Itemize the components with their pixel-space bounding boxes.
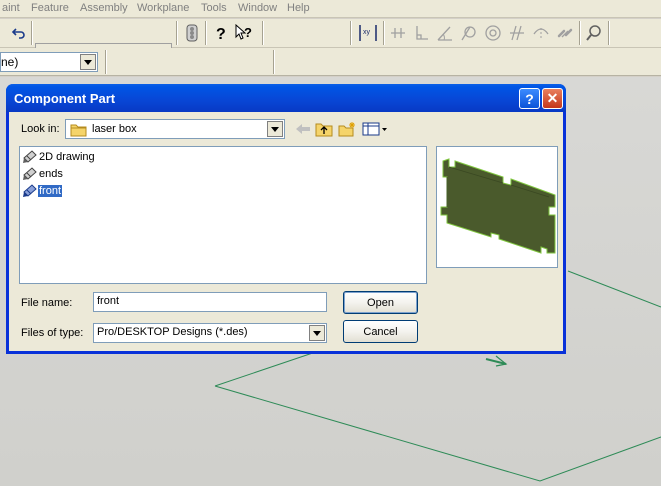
toolbar-separator: [262, 21, 264, 45]
angle-constraint-icon[interactable]: [434, 22, 456, 44]
xyz-constraint-icon[interactable]: xy: [357, 22, 379, 44]
toolbar-separator: [383, 21, 385, 45]
menu-paint[interactable]: aint: [2, 2, 20, 14]
design-file-icon: [23, 150, 37, 163]
link-constraint-icon[interactable]: [554, 22, 576, 44]
concentric-constraint-icon[interactable]: [482, 22, 504, 44]
toolbar-separator: [205, 21, 207, 45]
symmetric-constraint-icon[interactable]: [530, 22, 552, 44]
secondary-toolbar: ne): [0, 48, 661, 76]
chevron-down-icon[interactable]: [267, 121, 283, 137]
dialog-title: Component Part: [14, 91, 116, 106]
main-toolbar: New Design ? ? xy: [0, 19, 661, 63]
file-item-ends[interactable]: ends: [22, 166, 64, 182]
open-button[interactable]: Open: [343, 291, 418, 314]
zoom-icon[interactable]: [583, 22, 605, 44]
mode-combo[interactable]: ne): [0, 52, 98, 72]
file-item-2d-drawing[interactable]: 2D drawing: [22, 149, 96, 165]
design-file-icon: [23, 167, 37, 180]
toolbar-separator: [273, 50, 275, 74]
menu-bar: aint Feature Assembly Workplane Tools Wi…: [0, 0, 661, 18]
file-name-text: front: [38, 185, 63, 197]
perpendicular-constraint-icon[interactable]: [410, 22, 432, 44]
chevron-down-icon[interactable]: [80, 54, 96, 70]
files-of-type-select[interactable]: Pro/DESKTOP Designs (*.des): [93, 323, 327, 343]
svg-text:?: ?: [244, 25, 252, 40]
toolbar-separator: [350, 21, 352, 45]
undo-icon[interactable]: [8, 22, 30, 44]
dialog-title-bar[interactable]: Component Part ? ✕: [6, 84, 566, 112]
svg-text:xy: xy: [363, 29, 371, 36]
file-name-text: ends: [39, 168, 63, 180]
tangent-constraint-icon[interactable]: [458, 22, 480, 44]
part-preview: [436, 146, 558, 268]
files-of-type-value: Pro/DESKTOP Designs (*.des): [97, 326, 248, 338]
toolbar-separator: [31, 21, 33, 45]
back-arrow-icon[interactable]: [292, 118, 314, 140]
svg-text:?: ?: [216, 26, 226, 42]
menu-window[interactable]: Window: [238, 2, 277, 14]
cancel-button[interactable]: Cancel: [343, 320, 418, 343]
file-name-text: 2D drawing: [39, 151, 95, 163]
laser-box-front-preview: [440, 158, 556, 254]
context-help-icon[interactable]: ?: [233, 22, 255, 44]
menu-assembly[interactable]: Assembly: [80, 2, 128, 14]
toolbar-separator: [579, 21, 581, 45]
menu-help[interactable]: Help: [287, 2, 310, 14]
toolbar-separator: [176, 21, 178, 45]
menu-workplane[interactable]: Workplane: [137, 2, 189, 14]
horizontal-constraint-icon[interactable]: [387, 22, 409, 44]
file-list[interactable]: 2D drawing ends front: [19, 146, 427, 284]
traffic-light-icon[interactable]: [181, 22, 203, 44]
look-in-combo[interactable]: laser box: [65, 119, 285, 139]
mode-combo-value: ne): [1, 55, 19, 69]
up-folder-icon[interactable]: [313, 118, 335, 140]
look-in-label: Look in:: [21, 123, 60, 135]
toolbar-separator: [608, 21, 610, 45]
file-name-input[interactable]: front: [93, 292, 327, 312]
design-file-icon: [23, 184, 37, 197]
help-button[interactable]: ?: [519, 88, 540, 109]
chevron-down-icon[interactable]: [309, 325, 325, 341]
toolbar-separator: [105, 50, 107, 74]
look-in-value: laser box: [92, 123, 137, 135]
help-icon[interactable]: ?: [210, 22, 232, 44]
files-of-type-label: Files of type:: [21, 327, 84, 339]
folder-icon: [70, 124, 87, 137]
view-menu-icon[interactable]: [361, 118, 389, 140]
parallel-constraint-icon[interactable]: [506, 22, 528, 44]
menu-feature[interactable]: Feature: [31, 2, 69, 14]
file-name-label: File name:: [21, 297, 73, 309]
file-item-front[interactable]: front: [22, 183, 63, 199]
component-part-dialog: Component Part ? ✕ Look in: laser box 2D…: [6, 84, 566, 354]
new-folder-icon[interactable]: [336, 118, 358, 140]
menu-tools[interactable]: Tools: [201, 2, 227, 14]
close-button[interactable]: ✕: [542, 88, 563, 109]
